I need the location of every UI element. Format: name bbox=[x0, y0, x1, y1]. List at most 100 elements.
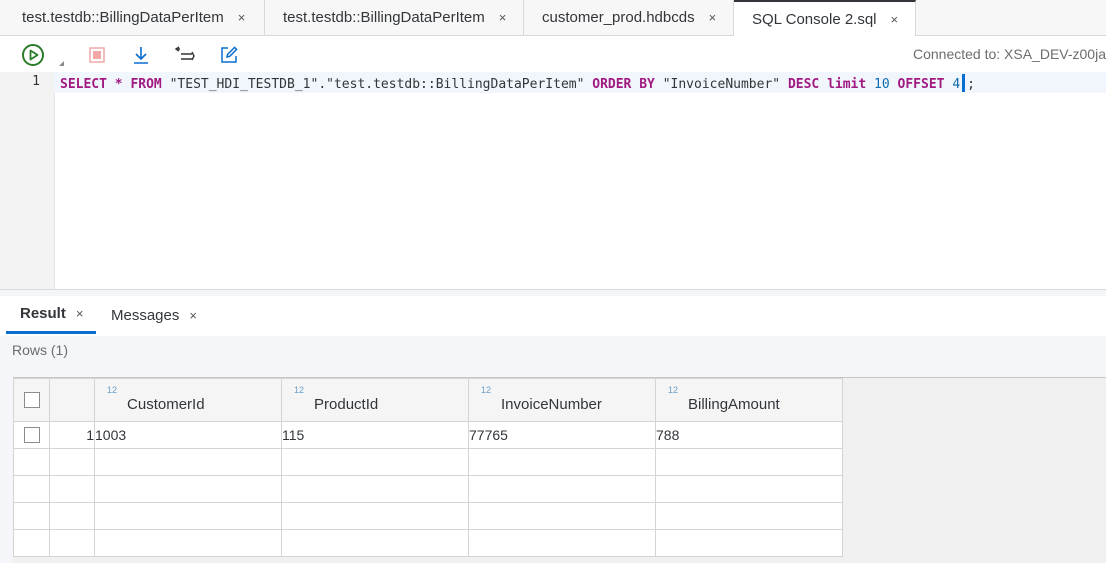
column-name: "InvoiceNumber" bbox=[662, 77, 781, 92]
row-number: 1 bbox=[49, 421, 95, 449]
column-name: ProductId bbox=[314, 396, 379, 413]
offset-value: 4 bbox=[952, 77, 961, 92]
header-row: 12 CustomerId 12 ProductId 12 InvoiceNumber… bbox=[13, 378, 843, 422]
tab-label: Messages bbox=[111, 306, 180, 324]
column-name: BillingAmount bbox=[688, 396, 780, 413]
close-icon[interactable]: × bbox=[189, 308, 197, 323]
empty-cell bbox=[49, 475, 95, 503]
empty-cell bbox=[94, 529, 282, 557]
empty-cell bbox=[94, 502, 282, 530]
empty-row bbox=[13, 502, 843, 530]
result-tab-bar: Result × Messages × bbox=[0, 296, 1106, 336]
tab-result[interactable]: Result × bbox=[6, 296, 96, 334]
tab-messages[interactable]: Messages × bbox=[111, 296, 197, 334]
row-checkbox[interactable] bbox=[23, 427, 40, 443]
table-cell[interactable]: 77765 bbox=[468, 421, 656, 449]
numeric-type-icon: 12 bbox=[294, 385, 305, 395]
edit-button[interactable] bbox=[216, 42, 242, 68]
numeric-type-icon: 12 bbox=[481, 385, 492, 395]
empty-cell bbox=[13, 529, 50, 557]
stop-button[interactable] bbox=[84, 42, 110, 68]
keyword-offset: OFFSET bbox=[897, 77, 945, 92]
empty-cell bbox=[13, 448, 50, 476]
empty-cell bbox=[468, 502, 656, 530]
row-select-cell bbox=[13, 421, 50, 449]
close-icon[interactable]: × bbox=[238, 10, 246, 25]
result-grid: 12 CustomerId 12 ProductId 12 InvoiceNumber… bbox=[13, 377, 1106, 563]
close-icon[interactable]: × bbox=[709, 10, 717, 25]
row-count: Rows (1) bbox=[12, 342, 69, 358]
select-all-cell bbox=[13, 378, 50, 422]
empty-row bbox=[13, 475, 843, 503]
row-number-header bbox=[49, 378, 95, 422]
empty-cell bbox=[468, 448, 656, 476]
table-cell[interactable]: 1003 bbox=[94, 421, 282, 449]
tab-label: test.testdb::BillingDataPerItem bbox=[283, 9, 485, 26]
keyword-select: SELECT bbox=[60, 77, 107, 92]
tab-billing-data-2[interactable]: test.testdb::BillingDataPerItem × bbox=[265, 0, 524, 35]
download-button[interactable] bbox=[128, 42, 154, 68]
code-line[interactable]: SELECT * FROM "TEST_HDI_TESTDB_1"."test.… bbox=[54, 72, 1106, 93]
column-header-productid[interactable]: 12 ProductId bbox=[281, 378, 469, 422]
tab-label: SQL Console 2.sql bbox=[752, 10, 877, 28]
tab-sql-console[interactable]: SQL Console 2.sql × bbox=[734, 0, 916, 36]
stop-icon bbox=[89, 47, 105, 63]
numeric-type-icon: 12 bbox=[668, 385, 679, 395]
table-row[interactable]: 1 1003 115 77765 788 bbox=[13, 421, 843, 449]
empty-cell bbox=[655, 448, 843, 476]
select-all-checkbox[interactable] bbox=[23, 392, 40, 408]
run-icon bbox=[22, 44, 44, 66]
edit-icon bbox=[221, 46, 238, 63]
table-cell[interactable]: 788 bbox=[655, 421, 843, 449]
column-header-invoicenumber[interactable]: 12 InvoiceNumber bbox=[468, 378, 656, 422]
keyword-order: ORDER bbox=[592, 77, 632, 92]
empty-cell bbox=[468, 529, 656, 557]
column-name: InvoiceNumber bbox=[501, 396, 602, 413]
column-header-customerid[interactable]: 12 CustomerId bbox=[94, 378, 282, 422]
text-cursor bbox=[962, 74, 966, 92]
empty-row bbox=[13, 448, 843, 476]
table-cell[interactable]: 115 bbox=[281, 421, 469, 449]
sql-toolbar: Connected to: XSA_DEV-z00ja bbox=[0, 36, 1106, 72]
tab-billing-data-1[interactable]: test.testdb::BillingDataPerItem × bbox=[0, 0, 265, 35]
empty-cell bbox=[13, 502, 50, 530]
empty-cell bbox=[281, 448, 469, 476]
format-icon bbox=[174, 46, 195, 61]
tab-customer-prod[interactable]: customer_prod.hdbcds × bbox=[524, 0, 734, 35]
run-dropdown-icon[interactable] bbox=[59, 61, 64, 66]
empty-cell bbox=[655, 475, 843, 503]
close-icon[interactable]: × bbox=[891, 12, 899, 27]
empty-cell bbox=[281, 529, 469, 557]
keyword-limit: limit bbox=[827, 77, 867, 92]
empty-cell bbox=[281, 475, 469, 503]
result-table: 12 CustomerId 12 ProductId 12 InvoiceNumber… bbox=[13, 378, 843, 557]
wildcard: * bbox=[114, 77, 123, 92]
table-name: "test.testdb::BillingDataPerItem" bbox=[326, 77, 585, 92]
schema-name: "TEST_HDI_TESTDB_1" bbox=[169, 77, 319, 92]
empty-cell bbox=[94, 475, 282, 503]
keyword-by: BY bbox=[639, 77, 655, 92]
close-icon[interactable]: × bbox=[499, 10, 507, 25]
tab-label: test.testdb::BillingDataPerItem bbox=[22, 9, 224, 26]
empty-cell bbox=[655, 529, 843, 557]
column-header-billingamount[interactable]: 12 BillingAmount bbox=[655, 378, 843, 422]
empty-cell bbox=[468, 475, 656, 503]
empty-cell bbox=[655, 502, 843, 530]
column-name: CustomerId bbox=[127, 396, 205, 413]
line-gutter: 1 bbox=[0, 72, 55, 289]
tab-label: Result bbox=[20, 305, 66, 322]
download-icon bbox=[134, 47, 148, 64]
semicolon: ; bbox=[967, 77, 975, 92]
sql-editor[interactable]: 1 SELECT * FROM "TEST_HDI_TESTDB_1"."tes… bbox=[0, 72, 1106, 290]
tab-label: customer_prod.hdbcds bbox=[542, 9, 695, 26]
connection-status: Connected to: XSA_DEV-z00ja bbox=[912, 46, 1106, 62]
empty-cell bbox=[49, 448, 95, 476]
sql-statement[interactable]: SELECT * FROM "TEST_HDI_TESTDB_1"."test.… bbox=[60, 74, 975, 92]
keyword-desc: DESC bbox=[787, 77, 820, 92]
format-button[interactable] bbox=[172, 42, 198, 68]
empty-cell bbox=[49, 502, 95, 530]
empty-cell bbox=[13, 475, 50, 503]
empty-row bbox=[13, 529, 843, 557]
close-icon[interactable]: × bbox=[76, 306, 84, 321]
run-button[interactable] bbox=[20, 42, 46, 68]
